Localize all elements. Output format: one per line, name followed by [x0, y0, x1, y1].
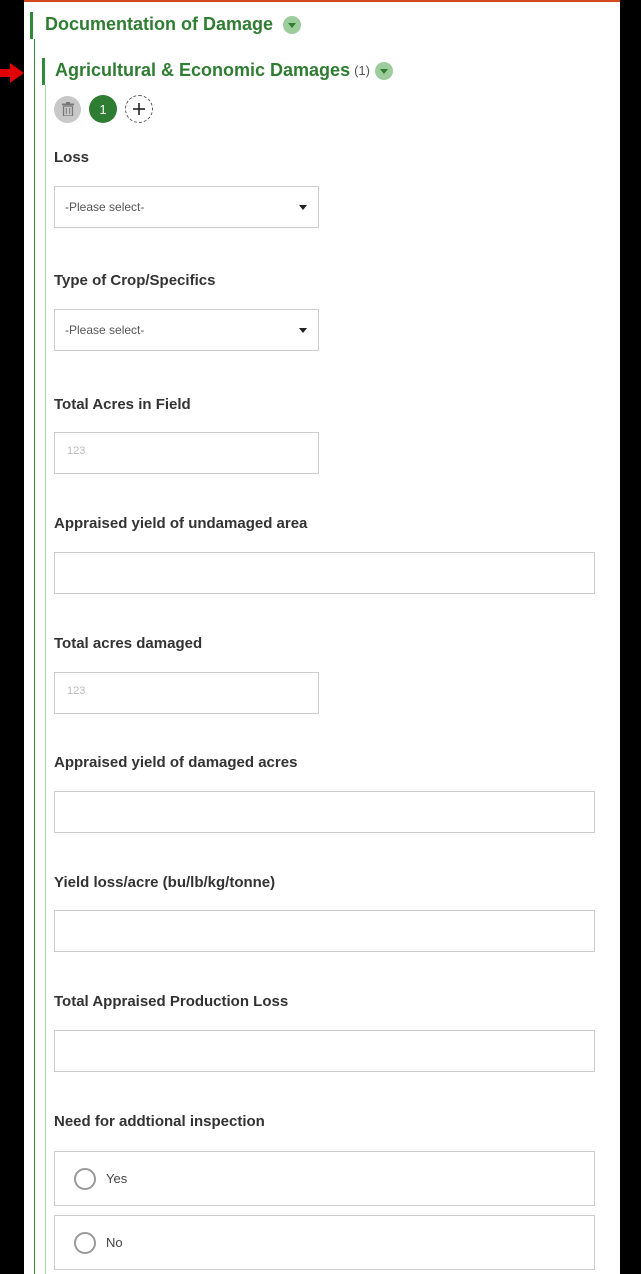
form-panel: Documentation of Damage Agricultural & E…: [24, 0, 620, 1274]
radio-circle-icon[interactable]: [74, 1167, 96, 1190]
123-number-icon: 123: [67, 685, 86, 697]
inspection-option-label: No: [106, 1235, 123, 1250]
plus-icon: [133, 103, 145, 115]
caret-down-icon: [299, 327, 307, 333]
loss-select-value: -Please select-: [65, 200, 145, 214]
yield-loss-input[interactable]: [54, 910, 595, 952]
yield-undamaged-label: Appraised yield of undamaged area: [54, 515, 308, 532]
pointer-arrow-icon: [0, 63, 24, 83]
caret-down-icon: [299, 204, 307, 210]
acres-damaged-input[interactable]: 123: [54, 672, 319, 714]
add-record-button[interactable]: [125, 95, 153, 123]
record-number-badge[interactable]: 1: [89, 95, 117, 123]
section-title: Documentation of Damage: [45, 14, 274, 34]
subsection-guide-line: [45, 85, 46, 1274]
loss-label: Loss: [54, 149, 90, 166]
production-loss-label: Total Appraised Production Loss: [54, 993, 289, 1010]
delete-record-button[interactable]: [54, 95, 81, 123]
crop-type-label: Type of Crop/Specifics: [54, 272, 216, 289]
inspection-option-label: Yes: [106, 1171, 128, 1186]
section-header[interactable]: Documentation of Damage: [45, 14, 302, 35]
section-guide-line: [34, 39, 35, 1274]
yield-damaged-input[interactable]: [54, 791, 595, 833]
yield-damaged-label: Appraised yield of damaged acres: [54, 754, 298, 771]
trash-icon: [61, 102, 74, 116]
record-controls: 1: [54, 95, 153, 123]
section-indicator: [30, 12, 33, 39]
inspection-label: Need for addtional inspection: [54, 1113, 265, 1130]
yield-loss-label: Yield loss/acre (bu/lb/kg/tonne): [54, 874, 276, 891]
123-number-icon: 123: [67, 445, 86, 457]
production-loss-input[interactable]: [54, 1030, 595, 1072]
yield-undamaged-input[interactable]: [54, 552, 595, 594]
total-acres-input[interactable]: 123: [54, 432, 319, 474]
crop-type-select[interactable]: -Please select-: [54, 309, 319, 351]
chevron-down-icon[interactable]: [283, 15, 302, 34]
subsection-indicator: [42, 58, 45, 85]
inspection-option-no[interactable]: No: [54, 1215, 595, 1270]
crop-type-select-value: -Please select-: [65, 323, 145, 337]
radio-circle-icon[interactable]: [74, 1231, 96, 1254]
subsection-count: (1): [354, 63, 370, 78]
subsection-title: Agricultural & Economic Damages: [55, 60, 351, 80]
chevron-down-icon[interactable]: [374, 61, 393, 80]
acres-damaged-label: Total acres damaged: [54, 635, 203, 652]
subsection-header[interactable]: Agricultural & Economic Damages (1): [55, 60, 393, 81]
inspection-option-yes[interactable]: Yes: [54, 1151, 595, 1206]
loss-select[interactable]: -Please select-: [54, 186, 319, 228]
total-acres-label: Total Acres in Field: [54, 396, 191, 413]
